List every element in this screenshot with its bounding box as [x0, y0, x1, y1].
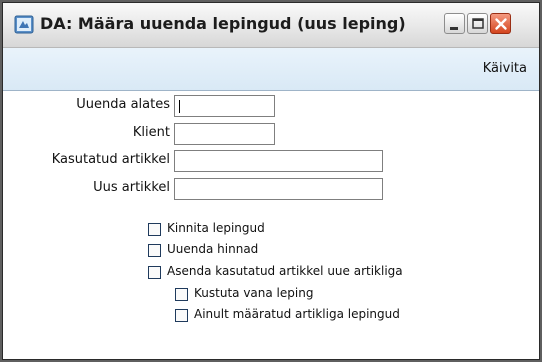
minimize-icon	[450, 27, 458, 30]
only-item-contracts-checkbox[interactable]	[175, 309, 188, 322]
used-item-input[interactable]	[174, 150, 383, 172]
dialog-window: DA: Määra uuenda lepingud (uus leping) K…	[2, 2, 540, 360]
maximize-button[interactable]	[467, 13, 488, 34]
button-bar: Käivita	[3, 48, 539, 91]
used-item-label: Kasutatud artikkel	[51, 152, 170, 167]
confirm-contracts-label: Kinnita lepingud	[167, 221, 265, 235]
close-icon	[495, 18, 507, 30]
close-button[interactable]	[490, 13, 511, 34]
form-area: Uuenda alates Klient Kasutatud artikkel …	[3, 91, 539, 359]
run-button[interactable]: Käivita	[483, 61, 527, 76]
minimize-button[interactable]	[444, 13, 465, 34]
document-app-icon	[14, 15, 34, 34]
new-item-label: Uus artikkel	[93, 180, 170, 195]
window-title: DA: Määra uuenda lepingud (uus leping)	[40, 14, 406, 33]
delete-old-contract-checkbox[interactable]	[175, 288, 188, 301]
replace-item-checkbox[interactable]	[148, 266, 161, 279]
customer-input[interactable]	[174, 123, 275, 145]
title-bar[interactable]: DA: Määra uuenda lepingud (uus leping)	[3, 3, 539, 48]
delete-old-contract-label: Kustuta vana leping	[194, 286, 314, 300]
text-caret	[179, 100, 180, 113]
renew-from-input[interactable]	[174, 95, 275, 117]
replace-item-label: Asenda kasutatud artikkel uue artikliga	[167, 264, 403, 278]
update-prices-label: Uuenda hinnad	[167, 242, 259, 256]
confirm-contracts-checkbox[interactable]	[148, 223, 161, 236]
new-item-input[interactable]	[174, 178, 383, 200]
update-prices-checkbox[interactable]	[148, 244, 161, 257]
renew-from-label: Uuenda alates	[76, 97, 170, 112]
only-item-contracts-label: Ainult määratud artikliga lepingud	[194, 307, 400, 321]
customer-label: Klient	[132, 125, 170, 140]
maximize-icon	[472, 18, 484, 29]
